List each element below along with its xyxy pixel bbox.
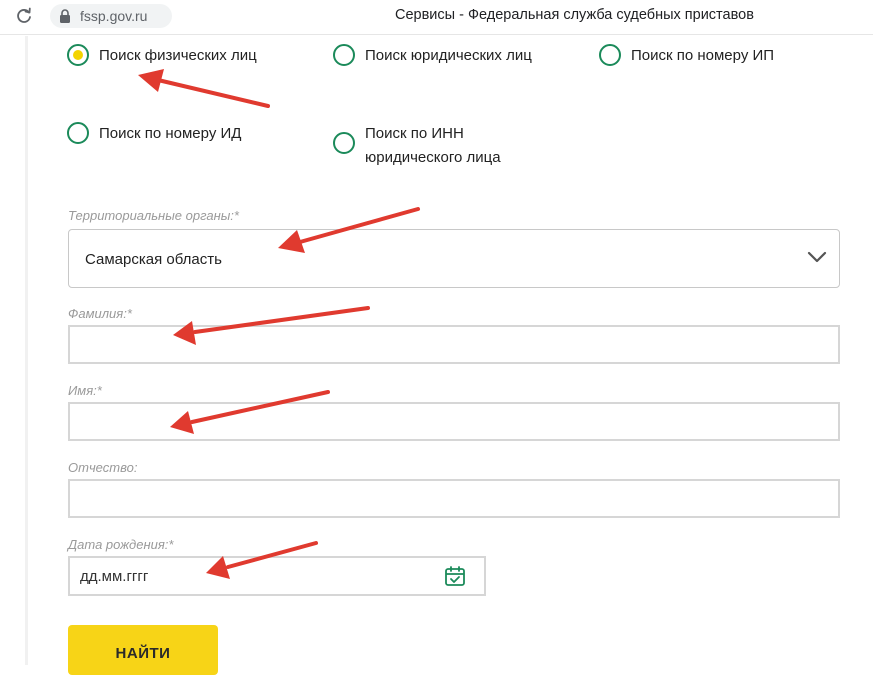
radio-button-checked[interactable] xyxy=(67,44,89,66)
url-text: fssp.gov.ru xyxy=(80,8,148,24)
search-form-page: Поиск физических лиц Поиск юридических л… xyxy=(0,36,873,675)
radio-search-by-ip-number[interactable]: Поиск по номеру ИП xyxy=(599,44,799,70)
first-name-input[interactable] xyxy=(68,402,840,441)
region-select[interactable]: Самарская область xyxy=(68,229,840,288)
patronymic-input[interactable] xyxy=(68,479,840,518)
radio-search-individuals[interactable]: Поиск физических лиц xyxy=(67,44,297,70)
radio-button[interactable] xyxy=(599,44,621,66)
radio-label: Поиск по номеру ИП xyxy=(631,47,775,64)
birth-date-input[interactable] xyxy=(70,558,430,594)
radio-search-legal-entities[interactable]: Поиск юридических лиц xyxy=(333,44,563,70)
radio-button[interactable] xyxy=(333,44,355,66)
radio-button[interactable] xyxy=(333,132,355,154)
radio-search-by-inn[interactable]: Поиск по ИНН юридического лица xyxy=(333,125,523,172)
search-button[interactable]: НАЙТИ xyxy=(68,625,218,675)
radio-label: Поиск по ИНН юридического лица xyxy=(365,125,501,166)
reload-icon[interactable] xyxy=(14,6,34,26)
address-bar[interactable]: fssp.gov.ru xyxy=(50,4,172,28)
radio-button[interactable] xyxy=(67,122,89,144)
first-name-label: Имя:* xyxy=(68,383,102,398)
left-divider xyxy=(25,36,28,665)
last-name-input[interactable] xyxy=(68,325,840,364)
region-label: Территориальные органы:* xyxy=(68,208,239,223)
tab-title: Сервисы - Федеральная служба судебных пр… xyxy=(395,7,754,23)
radio-label: Поиск по номеру ИД xyxy=(99,125,242,142)
patronymic-label: Отчество: xyxy=(68,460,138,475)
calendar-icon[interactable] xyxy=(444,565,466,587)
chevron-down-icon[interactable] xyxy=(807,250,827,264)
radio-label: Поиск физических лиц xyxy=(99,47,257,64)
radio-label: Поиск юридических лиц xyxy=(365,47,532,64)
region-selected-value: Самарская область xyxy=(85,251,222,268)
browser-toolbar: fssp.gov.ru Сервисы - Федеральная служба… xyxy=(0,0,873,35)
radio-search-by-id-number[interactable]: Поиск по номеру ИД xyxy=(67,122,267,148)
birth-date-label: Дата рождения:* xyxy=(68,537,174,552)
birth-date-field[interactable] xyxy=(68,556,486,596)
lock-icon xyxy=(60,9,70,23)
last-name-label: Фамилия:* xyxy=(68,306,132,321)
